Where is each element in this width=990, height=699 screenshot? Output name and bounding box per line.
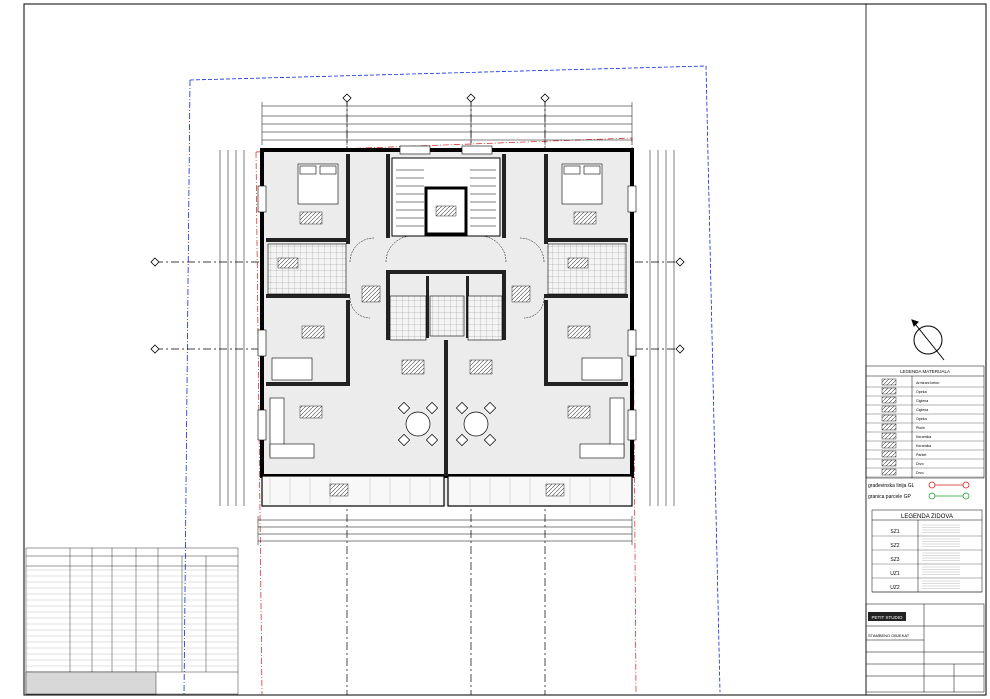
material-label: Parket bbox=[916, 453, 926, 457]
gl-boundary-line-left bbox=[183, 79, 191, 696]
material-legend-title: LEGENDA MATERIJALA bbox=[900, 369, 950, 374]
material-label: Drvo bbox=[916, 471, 924, 475]
material-swatch bbox=[881, 414, 897, 422]
gp-legend-label: granica parcele GP bbox=[868, 494, 911, 500]
project-name: STAMBENO OBJEKAT bbox=[868, 633, 910, 638]
wall-code: SZ1 bbox=[890, 529, 899, 535]
wall-legend-title: LEGENDA ZIDOVA bbox=[901, 514, 953, 520]
wall-code: UZ1 bbox=[890, 571, 900, 577]
bed-left bbox=[297, 163, 339, 205]
bathroom-left bbox=[267, 243, 347, 295]
wall-legend bbox=[871, 509, 983, 593]
wall-code: SZ2 bbox=[890, 543, 899, 549]
gl-legend-marker bbox=[928, 481, 936, 489]
material-swatch bbox=[881, 450, 897, 458]
gl-legend-label: građevinska linija GL bbox=[868, 483, 915, 489]
material-swatch bbox=[881, 459, 897, 467]
gl-legend-marker bbox=[962, 481, 970, 489]
bed-left-2 bbox=[271, 357, 313, 381]
material-label: Ciglena bbox=[916, 399, 928, 403]
material-legend-rows: Armirani beton Opeka Ciglena Ciglena Opeka Pl… bbox=[866, 378, 984, 478]
material-swatch bbox=[881, 405, 897, 413]
material-swatch bbox=[881, 378, 897, 386]
material-swatch bbox=[881, 387, 897, 395]
north-arrow-icon bbox=[911, 319, 945, 361]
bathroom-center-left bbox=[389, 295, 427, 341]
material-swatch bbox=[881, 432, 897, 440]
bottom-dimension-lines bbox=[257, 516, 633, 545]
top-dimension-lines bbox=[261, 100, 633, 145]
elevator-label bbox=[435, 205, 457, 217]
gp-legend-marker bbox=[928, 492, 936, 500]
right-dimension-lines bbox=[649, 150, 675, 506]
material-swatch bbox=[881, 468, 897, 476]
bed-right-2 bbox=[581, 357, 623, 381]
bathroom-center-right bbox=[467, 295, 503, 341]
bathroom-right bbox=[547, 243, 627, 295]
wall-legend-rows: SZ1 SZ2 SZ3 UZ1 UZ2 bbox=[872, 524, 982, 593]
utility-center bbox=[429, 295, 465, 337]
material-label: Ploče bbox=[916, 426, 925, 430]
gp-legend-marker bbox=[962, 492, 970, 500]
wall-code: SZ3 bbox=[890, 557, 899, 563]
left-dimension-lines bbox=[219, 150, 245, 506]
material-label: Opeka bbox=[916, 417, 927, 421]
wall-code: UZ2 bbox=[890, 585, 900, 591]
material-label: Opeka bbox=[916, 390, 927, 394]
terrace-left bbox=[261, 475, 445, 507]
material-label: Ciglena bbox=[916, 408, 928, 412]
material-swatch bbox=[881, 423, 897, 431]
bed-right bbox=[561, 163, 603, 205]
material-label: Keramika bbox=[916, 435, 931, 439]
studio-logo-text: PETIT STUDIO bbox=[872, 615, 903, 620]
area-totals-band bbox=[25, 671, 157, 695]
material-label: Armirani beton bbox=[916, 381, 939, 385]
material-swatch bbox=[881, 396, 897, 404]
material-swatch bbox=[881, 441, 897, 449]
material-label: Drvo bbox=[916, 462, 924, 466]
material-label: Keramika bbox=[916, 444, 931, 448]
terrace-right bbox=[447, 475, 633, 507]
architectural-floor-plan-sheet: LEGENDA MATERIJALA Armirani beton Opeka Ci… bbox=[23, 3, 987, 696]
